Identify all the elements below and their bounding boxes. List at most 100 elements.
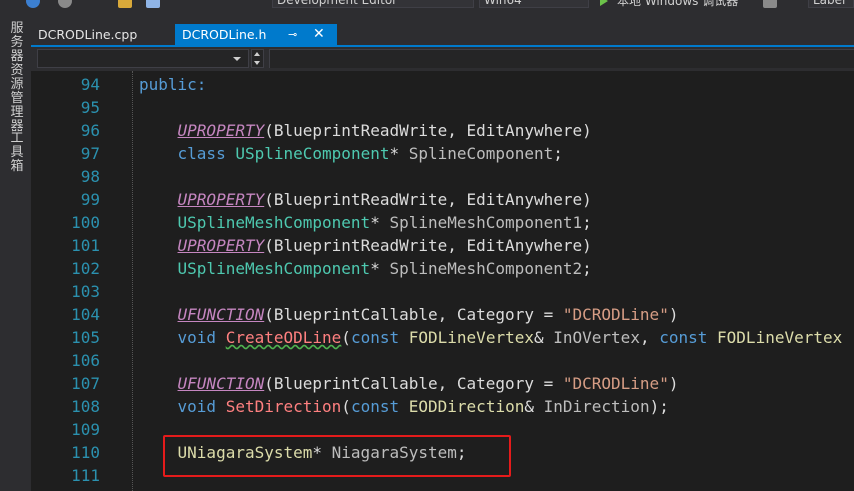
- code-token: );: [649, 397, 669, 416]
- code-token: const: [350, 328, 400, 347]
- code-token: USplineMeshComponent: [177, 213, 371, 232]
- code-line[interactable]: 97 class USplineComponent* SplineCompone…: [31, 142, 854, 165]
- line-number: 103: [71, 282, 100, 301]
- line-number: 111: [71, 466, 100, 485]
- run-button[interactable]: 本地 Windows 调试器: [617, 0, 738, 8]
- code-line[interactable]: 103: [31, 280, 854, 303]
- code-line[interactable]: 104 UFUNCTION(BlueprintCallable, Categor…: [31, 303, 854, 326]
- code-token: class: [177, 144, 226, 163]
- code-token: CreateODLine: [225, 328, 342, 347]
- line-number: 94: [80, 75, 100, 94]
- code-token: ;: [582, 259, 592, 278]
- navigation-bar: [31, 47, 854, 71]
- code-token: public:: [139, 75, 207, 94]
- member-dropdown[interactable]: [269, 49, 854, 68]
- scope-spinner[interactable]: [251, 49, 264, 68]
- code-token: (: [341, 397, 351, 416]
- code-line[interactable]: 101 UPROPERTY(BlueprintReadWrite, EditAn…: [31, 234, 854, 257]
- line-number: 96: [80, 121, 100, 140]
- code-token: SplineComponent: [408, 144, 554, 163]
- spinner-down-icon[interactable]: [254, 61, 260, 65]
- code-token: ): [668, 305, 679, 324]
- platform-select[interactable]: Win64: [479, 0, 589, 8]
- code-token: void: [177, 397, 217, 416]
- code-line[interactable]: 106: [31, 349, 854, 372]
- code-token: const: [350, 397, 400, 416]
- configuration-select[interactable]: Development Editor: [272, 0, 474, 8]
- save-icon[interactable]: [146, 0, 160, 8]
- line-number: 101: [71, 236, 100, 255]
- code-line[interactable]: 108 void SetDirection(const EODDirection…: [31, 395, 854, 418]
- code-line[interactable]: 96 UPROPERTY(BlueprintReadWrite, EditAny…: [31, 119, 854, 142]
- code-text: class USplineComponent* SplineComponent;: [139, 142, 563, 165]
- forward-icon[interactable]: [58, 0, 72, 8]
- code-token: *: [370, 213, 390, 232]
- run-icon[interactable]: [600, 0, 608, 6]
- server-explorer-tab[interactable]: 服务器资源管理器: [10, 22, 24, 134]
- code-token: SetDirection: [225, 397, 342, 416]
- code-editor[interactable]: 94 public: 95 96 UPROPERTY(BlueprintReadWri…: [31, 71, 854, 491]
- tab-dcrodline-h[interactable]: DCRODLine.h ⊸ ✕: [175, 24, 337, 45]
- code-token: ;: [582, 213, 592, 232]
- code-line[interactable]: 107 UFUNCTION(BlueprintCallable, Categor…: [31, 372, 854, 395]
- line-number: 104: [71, 305, 100, 324]
- tab-dcrodline-cpp[interactable]: DCRODLine.cpp: [31, 24, 171, 45]
- highlight-annotation-box: [163, 435, 511, 477]
- code-token: (BlueprintReadWrite, EditAnywhere): [264, 190, 592, 209]
- right-toolbar-select[interactable]: Label: [808, 0, 854, 8]
- code-token: InOVertex: [553, 328, 640, 347]
- line-number: 105: [71, 328, 100, 347]
- toolbar-tool-icon[interactable]: [763, 0, 777, 8]
- line-number: 110: [71, 443, 100, 462]
- chevron-down-icon: [233, 57, 241, 61]
- code-token: (BlueprintReadWrite, EditAnywhere): [264, 121, 592, 140]
- open-file-icon[interactable]: [118, 0, 132, 8]
- code-token: (: [341, 328, 351, 347]
- code-token: &: [533, 328, 554, 347]
- code-text: void SetDirection(const EODDirection& In…: [139, 395, 669, 418]
- line-number: 95: [80, 98, 100, 117]
- code-token: UFUNCTION: [177, 305, 265, 324]
- line-number: 97: [80, 144, 100, 163]
- code-token: SplineMeshComponent1: [389, 213, 583, 232]
- code-line[interactable]: 98: [31, 165, 854, 188]
- code-text: USplineMeshComponent* SplineMeshComponen…: [139, 257, 592, 280]
- line-number: 107: [71, 374, 100, 393]
- code-line[interactable]: 100 USplineMeshComponent* SplineMeshComp…: [31, 211, 854, 234]
- code-line[interactable]: 95: [31, 96, 854, 119]
- code-line[interactable]: 99 UPROPERTY(BlueprintReadWrite, EditAny…: [31, 188, 854, 211]
- pin-icon[interactable]: ⊸: [288, 24, 297, 45]
- code-token: (BlueprintReadWrite, EditAnywhere): [264, 236, 592, 255]
- close-icon[interactable]: ✕: [313, 24, 325, 45]
- back-icon[interactable]: [26, 0, 40, 8]
- code-token: const: [659, 328, 708, 347]
- line-number: 108: [71, 397, 100, 416]
- toolbox-tab[interactable]: 工具箱: [10, 132, 24, 174]
- line-number: 99: [80, 190, 100, 209]
- code-token: ;: [553, 144, 563, 163]
- code-line[interactable]: 102 USplineMeshComponent* SplineMeshComp…: [31, 257, 854, 280]
- scope-dropdown[interactable]: [37, 49, 249, 68]
- code-token: ): [668, 374, 679, 393]
- code-token: "DCRODLine": [562, 374, 669, 393]
- code-token: FODLineVertex: [717, 328, 843, 347]
- code-line[interactable]: 105 void CreateODLine(const FODLineVerte…: [31, 326, 854, 349]
- code-text: public:: [139, 73, 206, 96]
- spinner-up-icon[interactable]: [254, 52, 260, 56]
- code-token: UPROPERTY: [177, 121, 265, 140]
- code-token: *: [370, 259, 390, 278]
- code-line[interactable]: 94 public:: [31, 73, 854, 96]
- code-token: &: [524, 397, 544, 416]
- line-number: 100: [71, 213, 100, 232]
- code-text: UFUNCTION(BlueprintCallable, Category = …: [139, 372, 679, 395]
- code-text: void CreateODLine(const FODLineVertex& I…: [139, 326, 843, 349]
